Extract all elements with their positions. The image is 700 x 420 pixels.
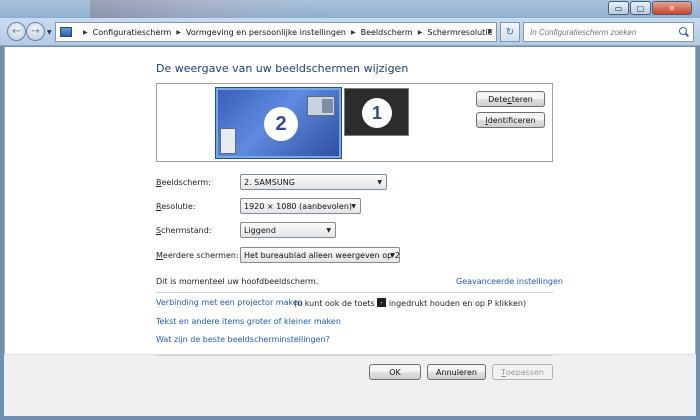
monitor-2-selected[interactable]: 2 (216, 88, 341, 158)
breadcrumb-control-panel[interactable]: Configuratiescherm (93, 28, 172, 37)
best-settings-link[interactable]: Wat zijn de beste beeldscherminstellinge… (156, 335, 330, 344)
advanced-settings-link[interactable]: Geavanceerde instellingen (456, 277, 563, 286)
caption-buttons: ▭ ▢ ✕ (608, 1, 692, 15)
multiple-displays-label: Meerdere schermen: (156, 251, 239, 260)
dropdown-arrow-icon: ▼ (326, 227, 331, 234)
close-icon: ✕ (668, 3, 676, 13)
breadcrumb-separator-icon[interactable]: ▶ (176, 29, 181, 36)
orientation-label: Schermstand: (156, 226, 212, 235)
forward-button[interactable]: → (26, 22, 45, 41)
display-select[interactable]: 2. SAMSUNG ▼ (240, 174, 387, 190)
minimize-icon: ▭ (614, 3, 623, 13)
multiple-displays-select[interactable]: Het bureaublad alleen weergeven op 2 ▼ (240, 247, 400, 263)
window-thumbnail (307, 96, 335, 116)
dropdown-arrow-icon: ▼ (390, 252, 395, 259)
detect-label-pre: Dete (488, 94, 508, 104)
dropdown-arrow-icon: ▼ (377, 179, 382, 186)
text-size-link[interactable]: Tekst en andere items groter of kleiner … (156, 317, 341, 326)
cancel-button[interactable]: Annuleren (427, 364, 486, 380)
orientation-select-value: Liggend (244, 225, 276, 235)
monitor-number: 2 (264, 107, 298, 141)
breadcrumb-separator-icon[interactable]: ▶ (351, 29, 356, 36)
breadcrumb-display[interactable]: Beeldscherm (361, 28, 413, 37)
monitor-1[interactable]: 1 (344, 88, 409, 136)
identify-label-post: dentificeren (487, 115, 536, 125)
dropdown-arrow-icon: ▼ (351, 203, 356, 210)
minimize-button[interactable]: ▭ (608, 1, 629, 15)
resolution-select[interactable]: 1920 × 1080 (aanbevolen) ▼ (240, 198, 361, 214)
main-display-info: Dit is momenteel uw hoofdbeeldscherm. (156, 277, 319, 286)
refresh-icon: ↻ (505, 26, 515, 38)
page-title: De weergave van uw beeldschermen wijzige… (156, 62, 409, 75)
detect-label-post: teren (511, 94, 533, 104)
orientation-select[interactable]: Liggend ▼ (240, 222, 336, 238)
close-button[interactable]: ✕ (652, 1, 692, 15)
multiple-displays-select-value: Het bureaublad alleen weergeven op 2 (244, 250, 400, 260)
display-label: Beeldscherm: (156, 178, 211, 187)
footer-divider (156, 355, 553, 356)
divider (156, 292, 553, 293)
identify-button[interactable]: Identificeren (476, 112, 545, 128)
display-select-value: 2. SAMSUNG (244, 177, 295, 187)
resolution-select-value: 1920 × 1080 (aanbevolen) (244, 201, 353, 211)
windows-key-icon (377, 298, 387, 307)
background-window-blur (90, 0, 330, 18)
apply-button[interactable]: Toepassen (492, 364, 553, 380)
maximize-button[interactable]: ▢ (630, 1, 651, 15)
search-icon[interactable] (679, 27, 687, 35)
monitor-number: 1 (362, 98, 392, 128)
maximize-icon: ▢ (636, 3, 645, 13)
projector-link[interactable]: Verbinding met een projector maken (156, 298, 303, 307)
forward-arrow-icon: → (31, 26, 40, 37)
control-panel-icon (60, 27, 72, 37)
address-dropdown-icon[interactable]: ▼ (487, 28, 492, 35)
search-input[interactable] (523, 22, 694, 42)
ok-button[interactable]: OK (369, 364, 421, 380)
refresh-button[interactable]: ↻ (500, 22, 520, 42)
breadcrumb-separator-icon[interactable]: ▶ (83, 29, 88, 36)
projector-hint: (u kunt ook de toets ingedrukt houden en… (294, 298, 527, 308)
navigation-bar: ← → ▼ ▶ Configuratiescherm ▶ Vormgeving … (0, 18, 700, 46)
address-bar[interactable]: ▶ Configuratiescherm ▶ Vormgeving en per… (55, 22, 497, 42)
window-thumbnail (220, 128, 236, 154)
detect-button[interactable]: Dete c teren (476, 91, 545, 107)
recent-pages-dropdown-icon[interactable]: ▼ (47, 29, 52, 36)
resolution-label: Resolutie: (156, 202, 196, 211)
back-arrow-icon: ← (12, 26, 21, 37)
footer-bar (4, 354, 696, 416)
title-bar: ▭ ▢ ✕ (0, 0, 700, 18)
breadcrumb-separator-icon[interactable]: ▶ (418, 29, 423, 36)
breadcrumb-screen-resolution[interactable]: Schermresolutie (427, 28, 492, 37)
back-button[interactable]: ← (7, 22, 26, 41)
breadcrumb-appearance[interactable]: Vormgeving en persoonlijke instellingen (186, 28, 346, 37)
